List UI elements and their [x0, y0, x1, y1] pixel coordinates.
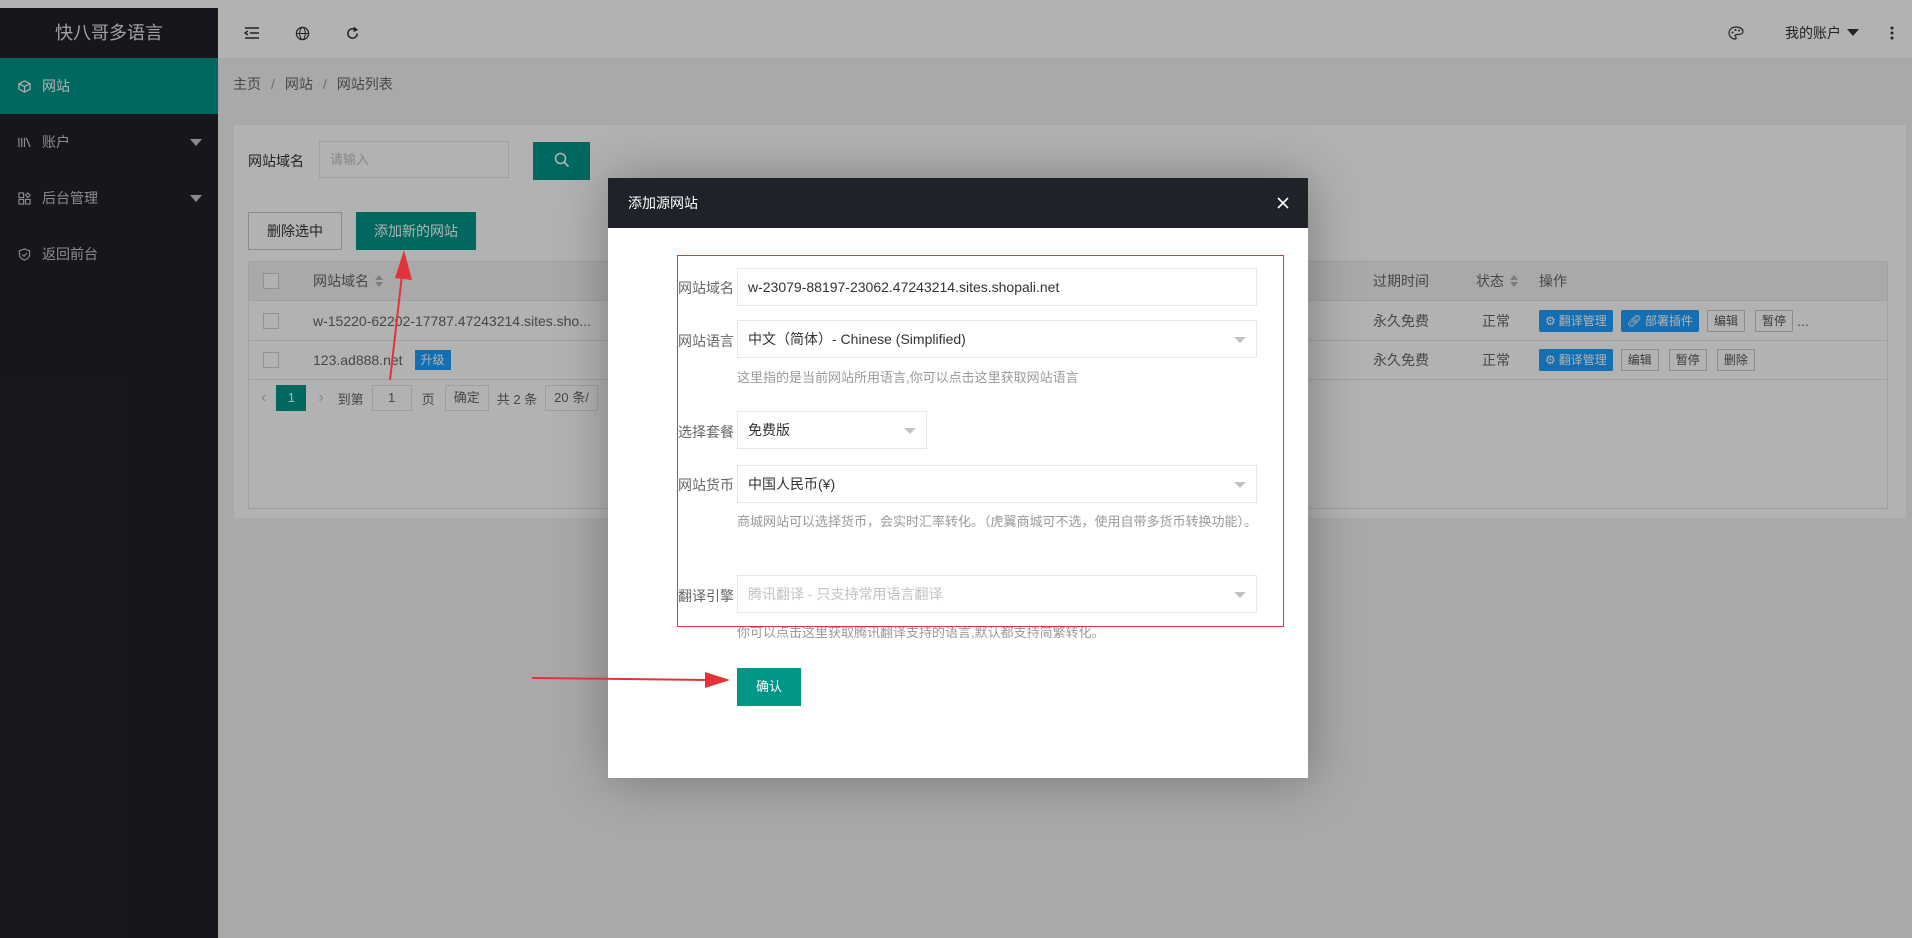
arrow-to-add-button [389, 250, 412, 381]
annotation-arrows [389, 250, 730, 688]
arrow-to-confirm-button [531, 672, 730, 688]
